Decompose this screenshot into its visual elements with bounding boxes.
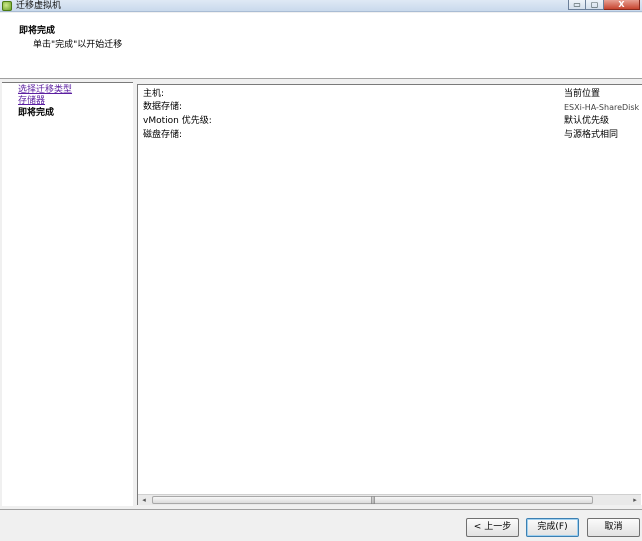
summary-row: vMotion 优先级: 默认优先级 bbox=[143, 115, 639, 128]
summary-value-vmotion-priority: 默认优先级 bbox=[564, 116, 610, 126]
summary-label-host: 主机: bbox=[143, 89, 165, 99]
page-subtitle: 单击"完成"以开始迁移 bbox=[33, 40, 123, 50]
maximize-button[interactable]: ▢ bbox=[586, 0, 604, 10]
finish-button[interactable]: 完成(F) bbox=[526, 518, 579, 537]
summary-value-disk-storage: 与源格式相同 bbox=[564, 130, 619, 140]
summary-panel: 主机: 当前位置 数据存储: ESXi-HA-ShareDisk vMotion… bbox=[137, 84, 642, 505]
summary-label-datastore: 数据存储: bbox=[143, 102, 183, 112]
step-select-migration-type[interactable]: 选择迁移类型 bbox=[18, 85, 72, 96]
step-ready-to-complete: 即将完成 bbox=[18, 108, 55, 118]
summary-label-vmotion-priority: vMotion 优先级: bbox=[143, 116, 212, 126]
title-bar[interactable]: 迁移虚拟机 ▭ ▢ X bbox=[0, 0, 642, 12]
window-controls: ▭ ▢ X bbox=[568, 0, 640, 10]
back-button[interactable]: < 上一步 bbox=[466, 518, 519, 537]
close-button[interactable]: X bbox=[604, 0, 640, 10]
button-bar: < 上一步 完成(F) 取消 bbox=[0, 509, 642, 541]
summary-value-host: 当前位置 bbox=[564, 89, 601, 99]
summary-row: 数据存储: ESXi-HA-ShareDisk bbox=[143, 101, 639, 114]
wizard-steps: 选择迁移类型 存储器 即将完成 bbox=[2, 82, 133, 506]
grip-icon: ||| bbox=[370, 496, 375, 504]
minimize-button[interactable]: ▭ bbox=[568, 0, 586, 10]
page-title: 即将完成 bbox=[19, 26, 56, 36]
cancel-button[interactable]: 取消 bbox=[587, 518, 640, 537]
horizontal-scrollbar[interactable]: ◂ ||| ▸ bbox=[138, 494, 641, 505]
summary-row: 主机: 当前位置 bbox=[143, 88, 639, 101]
window-title: 迁移虚拟机 bbox=[16, 1, 62, 11]
wizard-header: 即将完成 单击"完成"以开始迁移 bbox=[0, 13, 642, 79]
summary-value-datastore: ESXi-HA-ShareDisk bbox=[564, 103, 640, 112]
step-storage[interactable]: 存储器 bbox=[18, 96, 45, 107]
summary-label-disk-storage: 磁盘存储: bbox=[143, 130, 183, 140]
app-icon bbox=[2, 1, 12, 11]
summary-row: 磁盘存储: 与源格式相同 bbox=[143, 129, 639, 142]
scroll-thumb[interactable]: ||| bbox=[152, 496, 593, 504]
scroll-right-arrow-icon[interactable]: ▸ bbox=[629, 495, 641, 505]
scroll-left-arrow-icon[interactable]: ◂ bbox=[138, 495, 150, 505]
